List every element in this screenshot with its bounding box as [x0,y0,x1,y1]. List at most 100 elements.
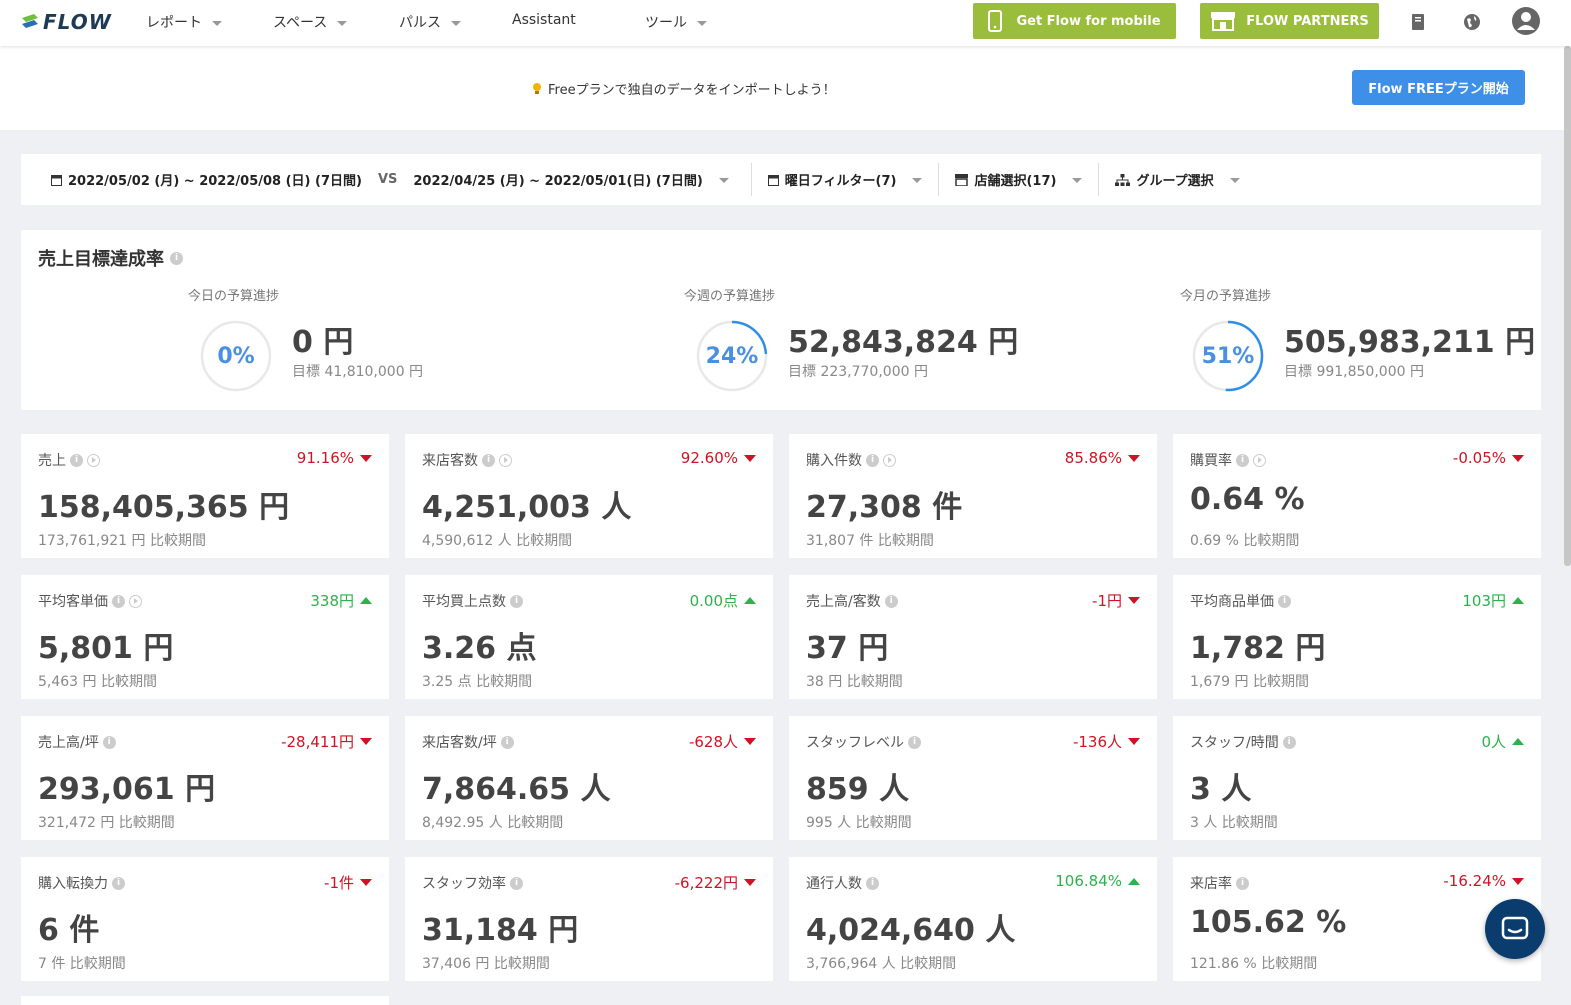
metric-change-value: 85.86% [1064,449,1122,467]
metric-card[interactable]: 売上高/坪 i -28,411円 293,061 円 321,472 円 比較期間 [21,716,389,840]
info-icon[interactable]: i [866,453,879,467]
chevron-down-icon [451,20,461,26]
top-nav: FLOW レポート スペース パルス Assistant ツール Get Flo… [0,0,1571,46]
play-icon[interactable] [883,453,896,467]
play-icon[interactable] [499,453,512,467]
nav-tools[interactable]: ツール [645,12,707,32]
metric-card[interactable]: 来店客数 i 92.60% 4,251,003 人 4,590,612 人 比較期間 [405,434,773,558]
metric-card[interactable]: 購買率 i -0.05% 0.64 % 0.69 % 比較期間 [1173,434,1541,558]
chevron-down-icon [212,20,222,26]
chat-launcher-button[interactable] [1485,899,1545,959]
metric-value: 3.26 点 [422,631,537,666]
nav-spaces[interactable]: スペース [273,12,348,32]
storefront-icon [1211,12,1236,31]
info-icon[interactable]: i [1236,876,1249,890]
info-icon[interactable]: i [500,735,514,749]
globe-icon[interactable] [1459,9,1485,35]
metric-change-value: -628人 [688,733,738,751]
info-icon[interactable]: i [70,453,83,467]
nav-assistant[interactable]: Assistant [512,12,576,28]
metric-compare: 8,492.95 人 比較期間 [422,815,564,831]
info-icon[interactable]: i [112,876,125,890]
triangle-down-icon [1512,454,1524,462]
play-icon[interactable] [87,453,100,467]
store-select[interactable]: 店舗選択(17) [938,163,1098,196]
info-icon[interactable]: i [908,735,921,749]
metric-header: 来店客数 i [422,450,512,470]
metric-compare: 121.86 % 比較期間 [1190,956,1318,972]
date-range-selector[interactable]: 2022/05/02 (月) ~ 2022/05/08 (日) (7日間) VS… [21,163,745,196]
get-mobile-button[interactable]: Get Flow for mobile [973,3,1176,39]
metric-card[interactable]: 平均客単価 i 338円 5,801 円 5,463 円 比較期間 [21,575,389,699]
progress-percent: 0% [217,343,255,369]
triangle-down-icon [360,738,372,745]
play-icon[interactable] [129,594,142,608]
info-icon[interactable]: i [1278,594,1291,608]
metric-label: スタッフ効率 [422,876,506,892]
metric-change-value: -136人 [1072,733,1122,751]
info-icon[interactable]: i [510,876,523,890]
metric-change: 0人 [1481,731,1524,752]
info-icon[interactable]: i [1282,735,1296,749]
weekday-filter[interactable]: 曜日フィルター(7) [750,163,939,196]
start-free-plan-button[interactable]: Flow FREEプラン開始 [1352,70,1525,105]
metric-change: 338円 [310,590,372,611]
metric-change: 0.00点 [690,590,756,611]
metric-change: 85.86% [1065,449,1140,467]
calendar-icon [767,174,779,186]
info-icon[interactable]: i [482,453,495,467]
metric-card[interactable]: 売上 i 91.16% 158,405,365 円 173,761,921 円 比較期間 [21,434,389,558]
metric-header: 購入転換力 i [38,873,125,893]
metric-compare: 3,766,964 人 比較期間 [806,956,957,972]
metric-label: スタッフ/時間 [1190,735,1279,751]
group-select[interactable]: グループ選択 [1098,163,1255,196]
info-icon[interactable]: i [170,251,183,265]
metric-card[interactable]: スタッフレベル i -136人 859 人 995 人 比較期間 [789,716,1157,840]
store-select-label: 店舗選択(17) [974,174,1057,189]
info-icon[interactable]: i [866,876,879,890]
metric-change: -1円 [1092,590,1140,611]
metric-card[interactable]: 購入転換力 i -1件 6 件 7 件 比較期間 [21,857,389,981]
info-icon[interactable]: i [1236,453,1249,467]
flow-logo[interactable]: FLOW [20,9,112,35]
triangle-up-icon [1128,877,1140,885]
metric-card[interactable]: 平均買上点数 i 0.00点 3.26 点 3.25 点 比較期間 [405,575,773,699]
metric-compare: 995 人 比較期間 [806,815,912,831]
scrollbar[interactable] [1564,46,1571,566]
metric-compare: 31,807 件 比較期間 [806,533,934,549]
metric-card[interactable]: 購入件数 i 85.86% 27,308 件 31,807 件 比較期間 [789,434,1157,558]
triangle-down-icon [360,454,372,462]
metric-card[interactable]: 来店客数/坪 i -628人 7,864.65 人 8,492.95 人 比較期間 [405,716,773,840]
flow-partners-button[interactable]: FLOW PARTNERS [1200,3,1379,39]
metric-card[interactable]: 売上高/客数 i -1円 37 円 38 円 比較期間 [789,575,1157,699]
triangle-down-icon [1128,597,1140,604]
flow-logo-icon [22,14,38,28]
metric-label: 売上高/坪 [38,735,99,751]
info-icon[interactable]: i [102,735,116,749]
progress-percent: 51% [1201,343,1255,369]
metric-header: 通行人数 i [806,873,879,893]
chevron-down-icon [718,178,729,183]
play-icon[interactable] [1253,453,1266,467]
metric-card[interactable]: スタッフ/時間 i 0人 3 人 3 人 比較期間 [1173,716,1541,840]
sitemap-icon [1115,173,1131,186]
metric-compare: 5,463 円 比較期間 [38,674,157,690]
user-avatar-icon[interactable] [1510,5,1542,37]
metric-change: 92.60% [681,449,756,467]
metric-value: 293,061 円 [38,772,216,807]
goal-today: 今日の予算進捗 0% 0 円 目標 41,810,000 円 [188,285,423,392]
goal-month: 今月の予算進捗 51% 505,983,211 円 目標 991,850,000… [1180,285,1535,392]
info-icon[interactable]: i [510,594,523,608]
goal-target: 目標 223,770,000 円 [788,364,928,380]
metric-card[interactable]: スタッフ効率 i -6,222円 31,184 円 37,406 円 比較期間 [405,857,773,981]
chevron-down-icon [912,178,923,183]
nav-reports[interactable]: レポート [146,12,222,32]
book-icon[interactable] [1405,9,1431,35]
sales-goal-title: 売上目標達成率 i [38,245,183,271]
goal-target: 目標 991,850,000 円 [1284,364,1424,380]
metric-card[interactable]: 通行人数 i 106.84% 4,024,640 人 3,766,964 人 比較期間 [789,857,1157,981]
info-icon[interactable]: i [884,594,898,608]
metric-card[interactable]: 平均商品単価 i 103円 1,782 円 1,679 円 比較期間 [1173,575,1541,699]
nav-pulse[interactable]: パルス [399,12,461,32]
info-icon[interactable]: i [112,594,125,608]
